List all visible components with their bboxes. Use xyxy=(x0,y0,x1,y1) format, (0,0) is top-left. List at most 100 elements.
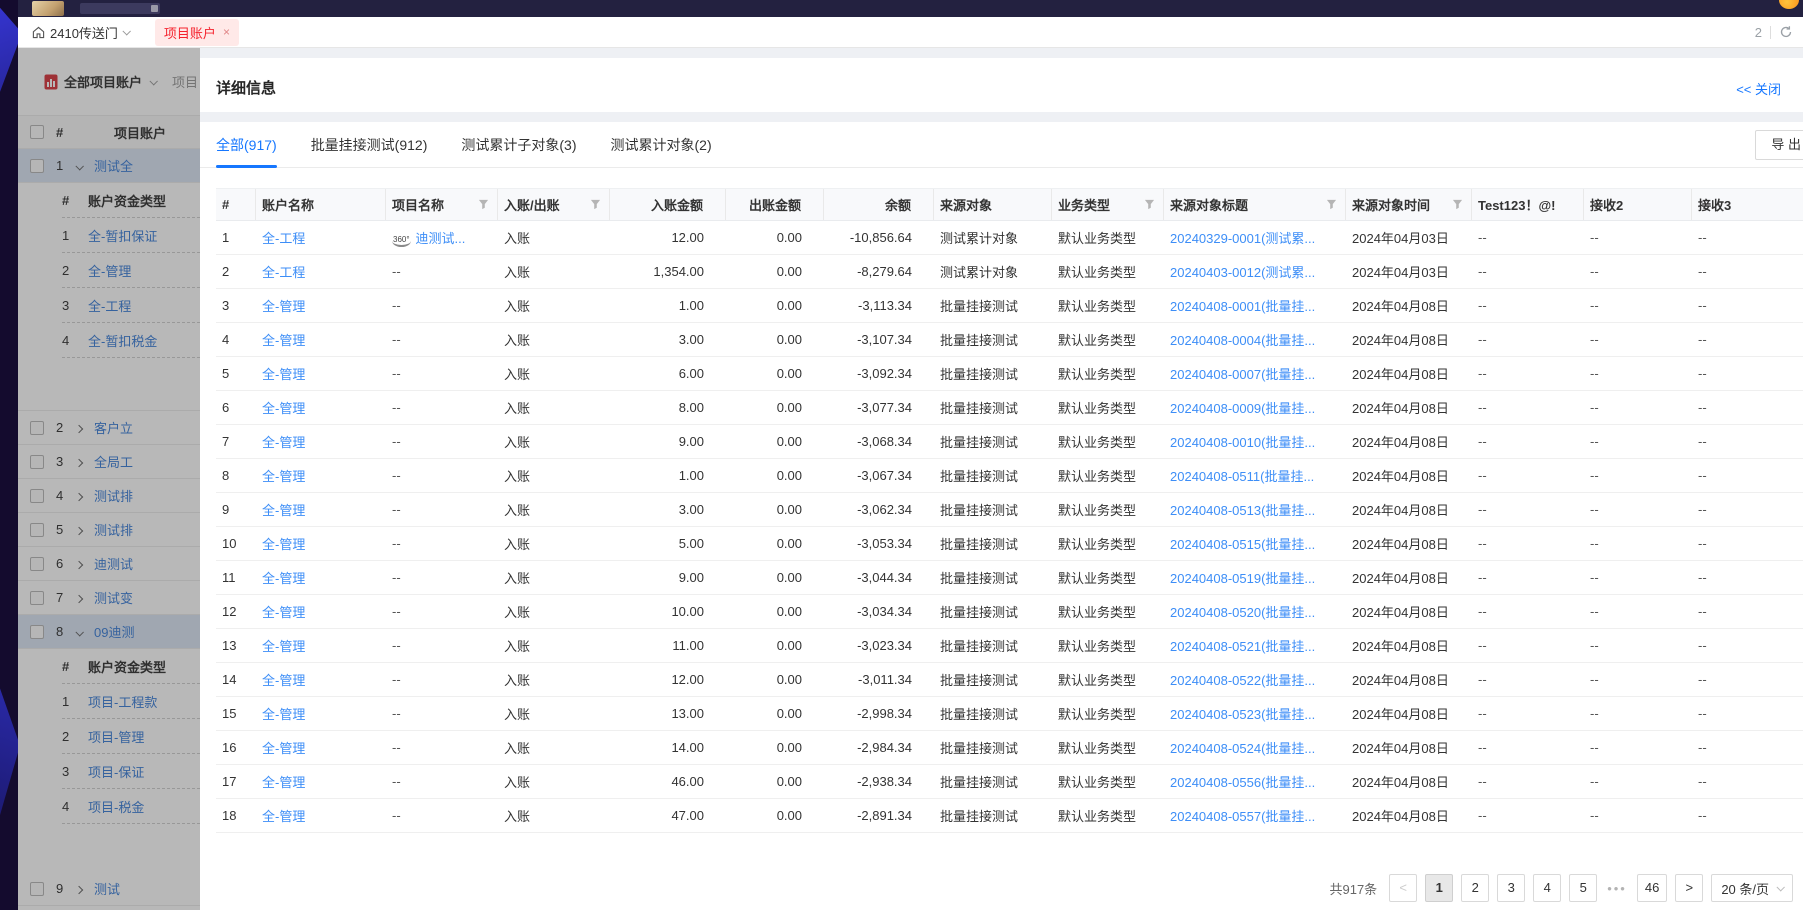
table-row: 4全-管理--入账3.000.00-3,107.34批量挂接测试默认业务类型20… xyxy=(216,323,1803,357)
filter-icon[interactable] xyxy=(1320,199,1337,210)
cell-text: 批量挂接测试 xyxy=(940,401,1018,416)
cell-amount_in: 13.00 xyxy=(610,706,726,721)
cell-project: -- xyxy=(386,672,498,687)
table-row: 19全-管理--入账48.000.00-2,843.34批量挂接测试默认业务类型… xyxy=(216,833,1803,841)
cell-text: -- xyxy=(1478,264,1487,279)
account-link[interactable]: 全-管理 xyxy=(262,639,305,654)
page-button-2[interactable]: 2 xyxy=(1461,874,1489,902)
page-button-3[interactable]: 3 xyxy=(1497,874,1525,902)
cell-recv3: -- xyxy=(1692,230,1803,245)
filter-icon[interactable] xyxy=(1446,199,1463,210)
home-workspace-dropdown[interactable]: 2410传送门 xyxy=(32,23,129,42)
source-title-link[interactable]: 20240408-0009(批量挂... xyxy=(1170,401,1315,416)
detail-tab-1[interactable]: 批量挂接测试(912) xyxy=(311,122,428,167)
account-link[interactable]: 全-管理 xyxy=(262,367,305,382)
page-button-5[interactable]: 5 xyxy=(1569,874,1597,902)
page-size-select[interactable]: 20 条/页 xyxy=(1711,874,1793,902)
cell-inout: 入账 xyxy=(498,806,610,825)
cell-source: 批量挂接测试 xyxy=(934,670,1052,689)
account-link[interactable]: 全-工程 xyxy=(262,265,305,280)
account-link[interactable]: 全-管理 xyxy=(262,673,305,688)
source-title-link[interactable]: 20240408-0557(批量挂... xyxy=(1170,809,1315,824)
source-title-link[interactable]: 20240408-0007(批量挂... xyxy=(1170,367,1315,382)
next-page-button[interactable]: > xyxy=(1675,874,1703,902)
cell-text: 3.00 xyxy=(679,502,704,517)
account-link[interactable]: 全-管理 xyxy=(262,809,305,824)
topbar-search-box[interactable] xyxy=(80,3,160,14)
source-title-link[interactable]: 20240408-0520(批量挂... xyxy=(1170,605,1315,620)
detail-tab-0[interactable]: 全部(917) xyxy=(216,122,277,167)
detail-tab-2[interactable]: 测试累计子对象(3) xyxy=(461,122,576,167)
source-title-link[interactable]: 20240329-0001(测试累... xyxy=(1170,231,1315,246)
cell-recv2: -- xyxy=(1584,672,1692,687)
source-title-link[interactable]: 20240408-0523(批量挂... xyxy=(1170,707,1315,722)
source-title-link[interactable]: 20240408-0004(批量挂... xyxy=(1170,333,1315,348)
account-link[interactable]: 全-管理 xyxy=(262,571,305,586)
last-page-button[interactable]: 46 xyxy=(1637,874,1667,902)
cell-test123: -- xyxy=(1472,332,1584,347)
source-title-link[interactable]: 20240408-0515(批量挂... xyxy=(1170,537,1315,552)
account-link[interactable]: 全-工程 xyxy=(262,231,305,246)
cell-text: 0.00 xyxy=(777,468,802,483)
col-header-balance: 余额 xyxy=(824,189,934,220)
cell-text: -- xyxy=(1478,332,1487,347)
filter-icon[interactable] xyxy=(472,199,489,210)
source-title-link[interactable]: 20240408-0511(批量挂... xyxy=(1170,469,1314,484)
cell-test123: -- xyxy=(1472,400,1584,415)
account-link[interactable]: 全-管理 xyxy=(262,707,305,722)
project-link[interactable]: 迪测试... xyxy=(416,231,466,246)
detail-tab-3[interactable]: 测试累计对象(2) xyxy=(611,122,712,167)
cell-text: 2024年04月08日 xyxy=(1352,809,1449,824)
cell-text: 10 xyxy=(222,536,236,551)
tab-project-accounts[interactable]: 项目账户 × xyxy=(155,19,239,46)
filter-icon[interactable] xyxy=(1138,199,1155,210)
cell-account: 全-工程 xyxy=(256,228,386,247)
source-title-link[interactable]: 20240408-0010(批量挂... xyxy=(1170,435,1315,450)
source-title-link[interactable]: 20240408-0522(批量挂... xyxy=(1170,673,1315,688)
cell-source_title: 20240408-0515(批量挂... xyxy=(1164,534,1346,553)
cell-balance: -3,068.34 xyxy=(824,434,934,449)
cell-recv2: -- xyxy=(1584,740,1692,755)
cell-text: 2024年04月03日 xyxy=(1352,231,1449,246)
account-link[interactable]: 全-管理 xyxy=(262,299,305,314)
close-panel-link[interactable]: << 关闭 xyxy=(1736,79,1781,98)
export-button[interactable]: 导 出 xyxy=(1755,130,1803,160)
cell-account: 全-工程 xyxy=(256,262,386,281)
account-link[interactable]: 全-管理 xyxy=(262,401,305,416)
cell-amount_out: 0.00 xyxy=(726,468,824,483)
source-title-link[interactable]: 20240408-0521(批量挂... xyxy=(1170,639,1315,654)
close-tab-icon[interactable]: × xyxy=(223,26,230,38)
source-title-link[interactable]: 20240408-0001(批量挂... xyxy=(1170,299,1315,314)
cell-biz_type: 默认业务类型 xyxy=(1052,398,1164,417)
account-link[interactable]: 全-管理 xyxy=(262,605,305,620)
empty-value: -- xyxy=(392,502,401,517)
account-link[interactable]: 全-管理 xyxy=(262,469,305,484)
source-title-link[interactable]: 20240408-0524(批量挂... xyxy=(1170,741,1315,756)
page-button-1[interactable]: 1 xyxy=(1425,874,1453,902)
user-badge[interactable] xyxy=(1779,0,1799,9)
refresh-icon[interactable] xyxy=(1779,25,1793,39)
source-title-link[interactable]: 20240408-0513(批量挂... xyxy=(1170,503,1315,518)
source-title-link[interactable]: 20240408-0556(批量挂... xyxy=(1170,775,1315,790)
avatar[interactable] xyxy=(32,1,64,16)
cell-text: -- xyxy=(1478,740,1487,755)
cell-inout: 入账 xyxy=(498,500,610,519)
account-link[interactable]: 全-管理 xyxy=(262,503,305,518)
cell-text: -- xyxy=(1478,808,1487,823)
cell-text: 默认业务类型 xyxy=(1058,605,1136,620)
page-button-4[interactable]: 4 xyxy=(1533,874,1561,902)
pagination-ellipsis[interactable]: ••• xyxy=(1605,881,1629,896)
topbar-box-button[interactable] xyxy=(151,5,158,12)
cell-text: -- xyxy=(1698,468,1707,483)
filter-icon[interactable] xyxy=(584,199,601,210)
detail-panel-header: 详细信息 << 关闭 xyxy=(200,58,1803,112)
account-link[interactable]: 全-管理 xyxy=(262,741,305,756)
account-link[interactable]: 全-管理 xyxy=(262,435,305,450)
source-title-link[interactable]: 20240403-0012(测试累... xyxy=(1170,265,1315,280)
account-link[interactable]: 全-管理 xyxy=(262,537,305,552)
account-link[interactable]: 全-管理 xyxy=(262,775,305,790)
cell-text: 0.00 xyxy=(777,298,802,313)
prev-page-button[interactable]: < xyxy=(1389,874,1417,902)
source-title-link[interactable]: 20240408-0519(批量挂... xyxy=(1170,571,1315,586)
account-link[interactable]: 全-管理 xyxy=(262,333,305,348)
